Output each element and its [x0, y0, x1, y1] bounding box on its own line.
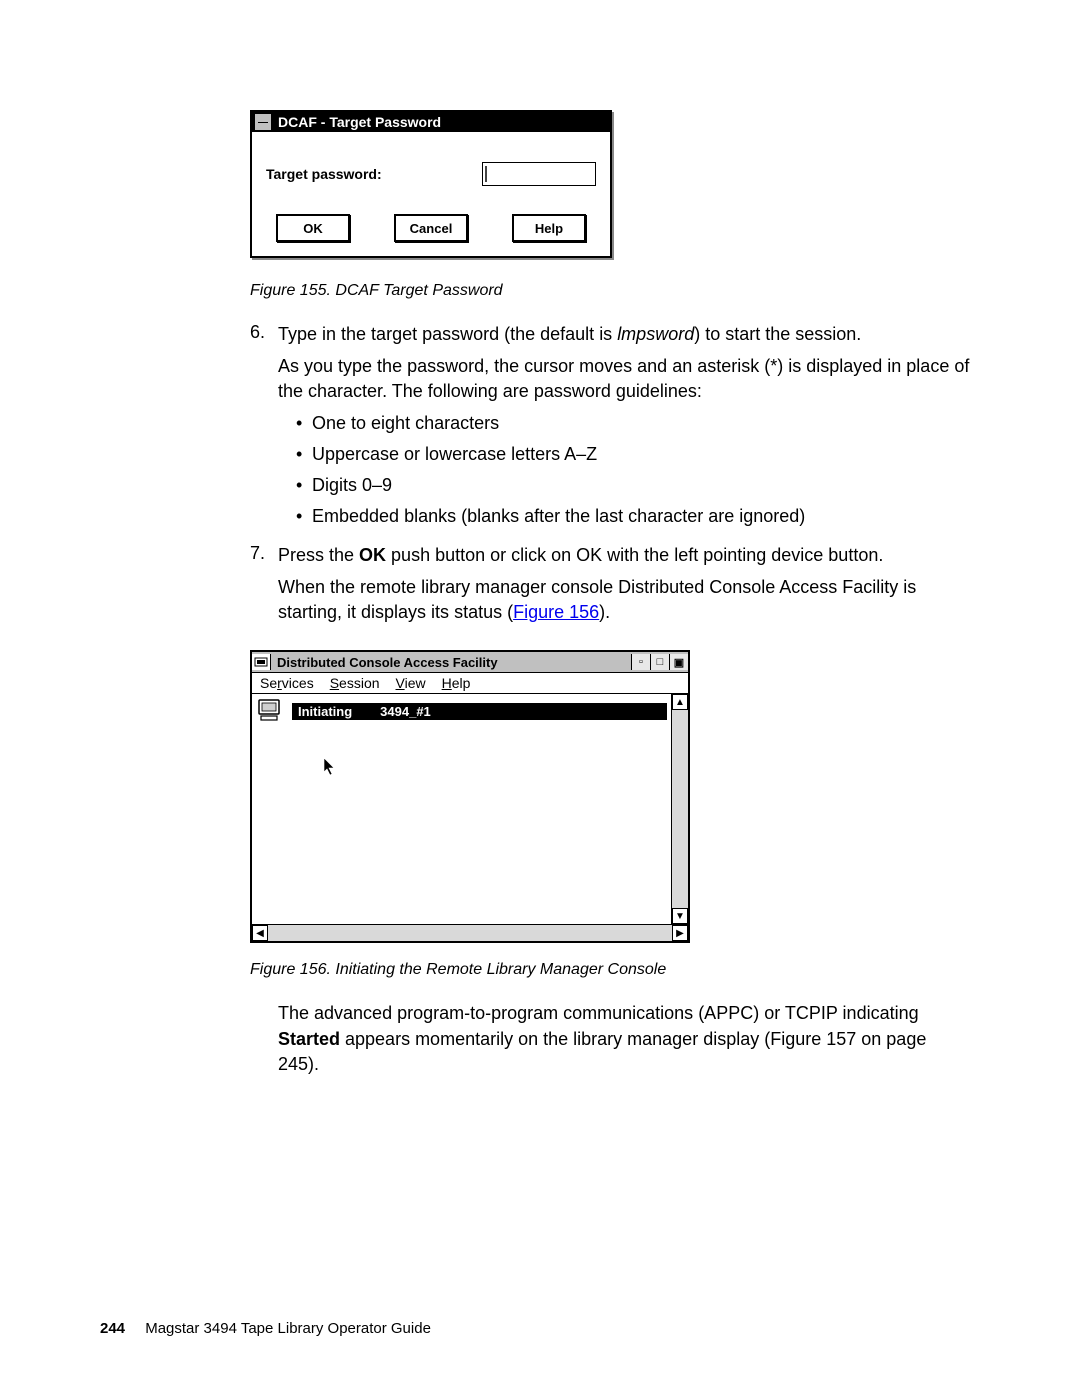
step6-text-1: Type in the target password (the default… [278, 322, 970, 348]
restore-icon[interactable]: ▣ [669, 654, 688, 670]
list-item: Embedded blanks (blanks after the last c… [296, 504, 970, 529]
page-footer: 244 Magstar 3494 Tape Library Operator G… [100, 1320, 431, 1337]
terminal-icon [256, 698, 286, 724]
menu-bar: Services Session View Help [252, 673, 688, 694]
book-title: Magstar 3494 Tape Library Operator Guide [145, 1320, 431, 1337]
window-title: Distributed Console Access Facility [271, 655, 631, 670]
figure-156-link[interactable]: Figure 156 [513, 602, 599, 622]
list-item: Digits 0–9 [296, 473, 970, 498]
step-number-6: 6. [250, 322, 278, 535]
vertical-scrollbar[interactable]: ▲ ▼ [671, 694, 688, 924]
step7-text-2: When the remote library manager console … [278, 575, 970, 626]
dialog-title: DCAF - Target Password [278, 114, 441, 130]
ok-button[interactable]: OK [276, 214, 350, 242]
appc-paragraph: The advanced program-to-program communic… [278, 1001, 970, 1078]
scroll-down-icon[interactable]: ▼ [672, 908, 688, 924]
minimize-icon[interactable]: ▫ [631, 654, 650, 670]
step6-text-2: As you type the password, the cursor mov… [278, 354, 970, 405]
scroll-left-icon[interactable]: ◀ [252, 925, 268, 941]
horizontal-scrollbar[interactable]: ◀ ▶ [252, 924, 688, 941]
list-item: One to eight characters [296, 411, 970, 436]
target-password-label: Target password: [266, 166, 382, 182]
password-guidelines-list: One to eight characters Uppercase or low… [278, 411, 970, 530]
target-password-input[interactable] [482, 162, 596, 186]
dcaf-window: Distributed Console Access Facility ▫ □ … [250, 650, 690, 943]
status-row[interactable]: Initiating 3494_#1 [256, 698, 667, 724]
step7-text-1: Press the OK push button or click on OK … [278, 543, 970, 569]
list-item: Uppercase or lowercase letters A–Z [296, 442, 970, 467]
figure-155-caption: Figure 155. DCAF Target Password [250, 282, 970, 300]
figure-156-caption: Figure 156. Initiating the Remote Librar… [250, 961, 970, 979]
window-titlebar[interactable]: Distributed Console Access Facility ▫ □ … [252, 652, 688, 673]
menu-help[interactable]: Help [442, 675, 471, 691]
app-icon[interactable] [252, 654, 271, 670]
help-button[interactable]: Help [512, 214, 586, 242]
menu-services[interactable]: Services [260, 675, 314, 691]
maximize-icon[interactable]: □ [650, 654, 669, 670]
scroll-right-icon[interactable]: ▶ [672, 925, 688, 941]
status-target: 3494_#1 [380, 704, 431, 719]
step-number-7: 7. [250, 543, 278, 632]
page-number: 244 [100, 1320, 125, 1337]
cursor-icon [322, 756, 338, 781]
dialog-titlebar[interactable]: — DCAF - Target Password [252, 112, 610, 132]
dcaf-target-password-dialog: — DCAF - Target Password Target password… [250, 110, 612, 258]
status-state: Initiating [298, 704, 352, 719]
cancel-button[interactable]: Cancel [394, 214, 468, 242]
system-menu-icon[interactable]: — [254, 113, 272, 131]
scroll-up-icon[interactable]: ▲ [672, 694, 688, 710]
menu-view[interactable]: View [396, 675, 426, 691]
menu-session[interactable]: Session [330, 675, 380, 691]
